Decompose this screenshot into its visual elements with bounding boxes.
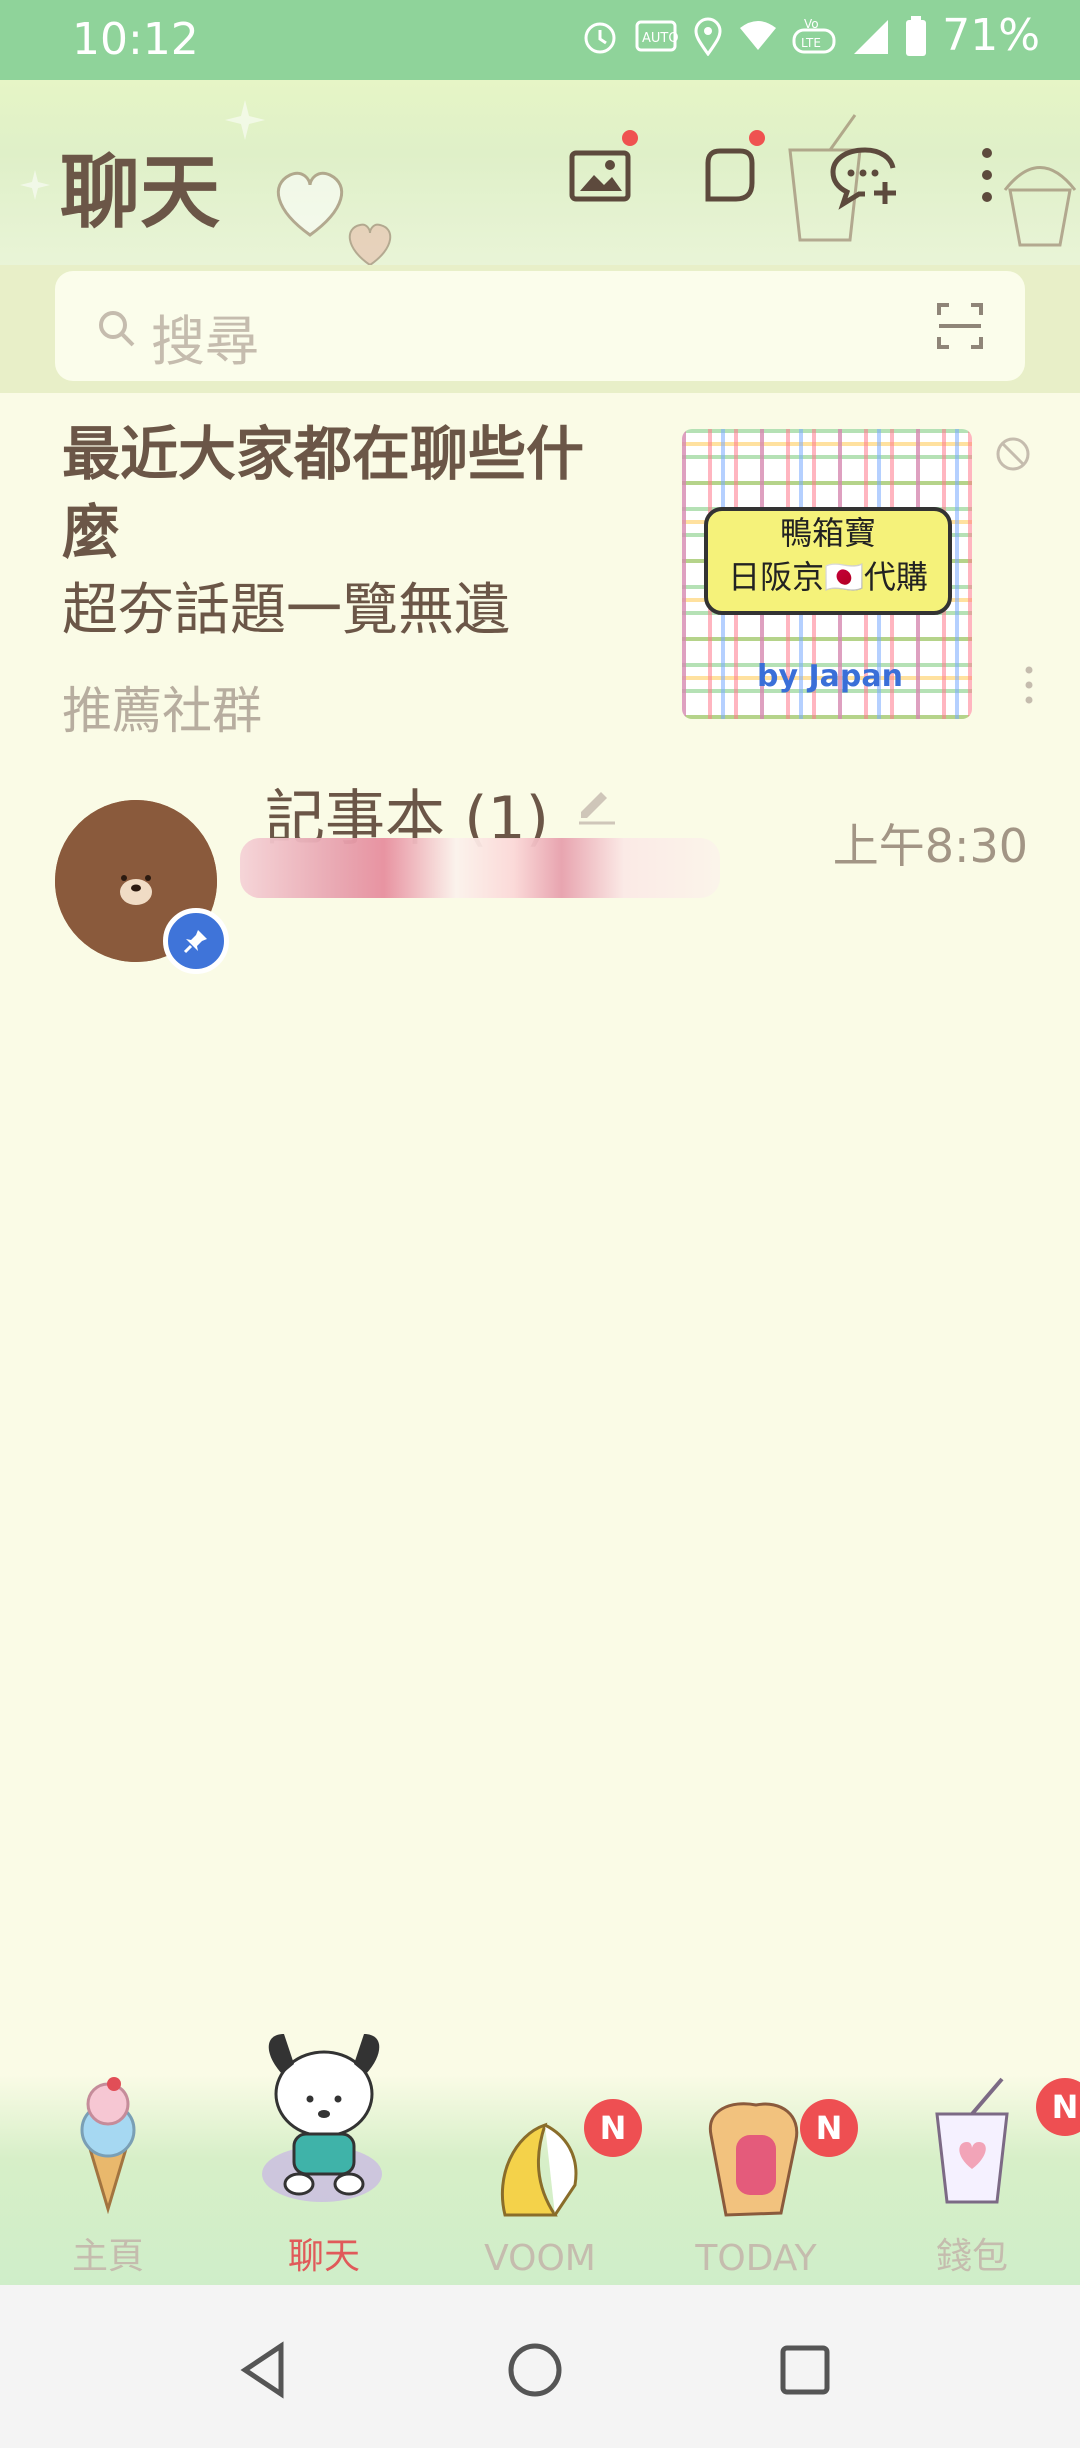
auto-hz-icon: AUTO	[634, 16, 678, 56]
more-options-icon[interactable]	[1022, 663, 1036, 707]
tab-chat[interactable]: 聊天	[216, 2024, 432, 2279]
chat-time: 上午8:30	[832, 819, 1028, 873]
thumbnail-bubble: 鴨箱寶 日阪京🇯🇵代購	[704, 507, 952, 615]
thumbnail-line2: 日阪京🇯🇵代購	[728, 558, 928, 596]
svg-text:Vo: Vo	[804, 17, 819, 31]
gallery-icon	[569, 150, 631, 202]
bottom-nav: 主頁 聊天 VOOM N TODAY N 錢包 N	[0, 2034, 1080, 2285]
new-chat-icon	[830, 147, 896, 210]
battery-icon	[904, 15, 928, 57]
battery-percent: 71%	[942, 10, 1040, 61]
wallet-new-badge: N	[1036, 2078, 1080, 2136]
recents-icon	[780, 2345, 830, 2395]
recommended-community-card[interactable]: 最近大家都在聊些什麼 超夯話題一覽無遺 推薦社群 鴨箱寶 日阪京🇯🇵代購 by …	[0, 393, 1080, 753]
thumbnail-brand: by Japan	[757, 659, 903, 694]
block-icon[interactable]	[994, 435, 1032, 473]
home-circle-icon	[508, 2343, 562, 2397]
tab-voom[interactable]: VOOM N	[432, 2095, 648, 2279]
banana-icon	[500, 2122, 578, 2217]
new-chat-button[interactable]	[818, 130, 908, 220]
thumbnail-line1: 鴨箱寶	[779, 514, 876, 552]
pinned-badge	[163, 908, 229, 974]
decoration-sparkle-icon	[225, 100, 265, 140]
recents-button[interactable]	[770, 2335, 840, 2405]
ice-cream-icon	[80, 2077, 136, 2215]
recommendation-subtitle: 超夯話題一覽無遺	[62, 578, 510, 643]
back-icon	[240, 2341, 284, 2399]
svg-text:AUTO: AUTO	[642, 31, 678, 46]
system-navigation-bar	[0, 2285, 1080, 2448]
recommendation-thumbnail[interactable]: 鴨箱寶 日阪京🇯🇵代購 by Japan	[682, 429, 972, 719]
pochacco-icon	[262, 2034, 382, 2202]
search-area: 搜尋	[0, 265, 1080, 393]
tab-today[interactable]: TODAY N	[648, 2095, 864, 2279]
home-button[interactable]	[500, 2335, 570, 2405]
avatar	[55, 800, 229, 974]
voom-new-badge: N	[584, 2099, 642, 2157]
tab-home-label: 主頁	[71, 2236, 144, 2277]
decoration-candy-icon	[348, 223, 392, 265]
tab-voom-label: VOOM	[484, 2238, 596, 2279]
qr-scan-icon[interactable]	[935, 301, 985, 351]
tab-wallet-label: 錢包	[935, 2236, 1008, 2277]
volte-icon: LTE Vo	[792, 16, 836, 56]
page-title: 聊天	[60, 146, 220, 239]
toast-icon	[708, 2102, 799, 2217]
recommendation-tag: 推薦社群	[62, 682, 262, 740]
square-icon	[705, 148, 755, 202]
edit-icon[interactable]	[575, 782, 619, 826]
more-icon	[982, 148, 992, 202]
status-bar: 10:12 AUTO LTE Vo 71%	[0, 0, 1080, 80]
status-icons: AUTO LTE Vo 71%	[580, 10, 1040, 61]
notification-dot	[622, 130, 638, 146]
tab-chat-label: 聊天	[287, 2236, 360, 2277]
wifi-icon	[738, 16, 778, 56]
header: 聊天	[0, 80, 1080, 265]
status-time: 10:12	[72, 14, 199, 65]
tab-home[interactable]: 主頁	[0, 2064, 216, 2279]
search-icon	[99, 311, 135, 347]
tab-today-label: TODAY	[695, 2238, 817, 2279]
gallery-button[interactable]	[556, 130, 646, 220]
message-preview-blurred	[240, 838, 720, 898]
chat-list-item[interactable]: 記事本 (1) 上午8:30	[0, 760, 1080, 980]
notification-dot	[749, 130, 765, 146]
search-placeholder: 搜尋	[151, 310, 259, 373]
location-icon	[692, 16, 724, 56]
drink-cup-icon	[935, 2077, 1009, 2204]
square-button[interactable]	[683, 130, 773, 220]
tab-wallet[interactable]: 錢包 N	[864, 2074, 1080, 2279]
decoration-sparkle-icon	[20, 170, 50, 200]
signal-icon	[850, 16, 890, 56]
back-button[interactable]	[230, 2335, 300, 2405]
more-button[interactable]	[942, 130, 1032, 220]
pin-icon	[183, 930, 207, 954]
recommendation-title: 最近大家都在聊些什麼	[62, 420, 585, 566]
alarm-icon	[580, 16, 620, 56]
search-input[interactable]: 搜尋	[55, 271, 1025, 381]
today-new-badge: N	[800, 2099, 858, 2157]
svg-text:LTE: LTE	[801, 36, 821, 50]
